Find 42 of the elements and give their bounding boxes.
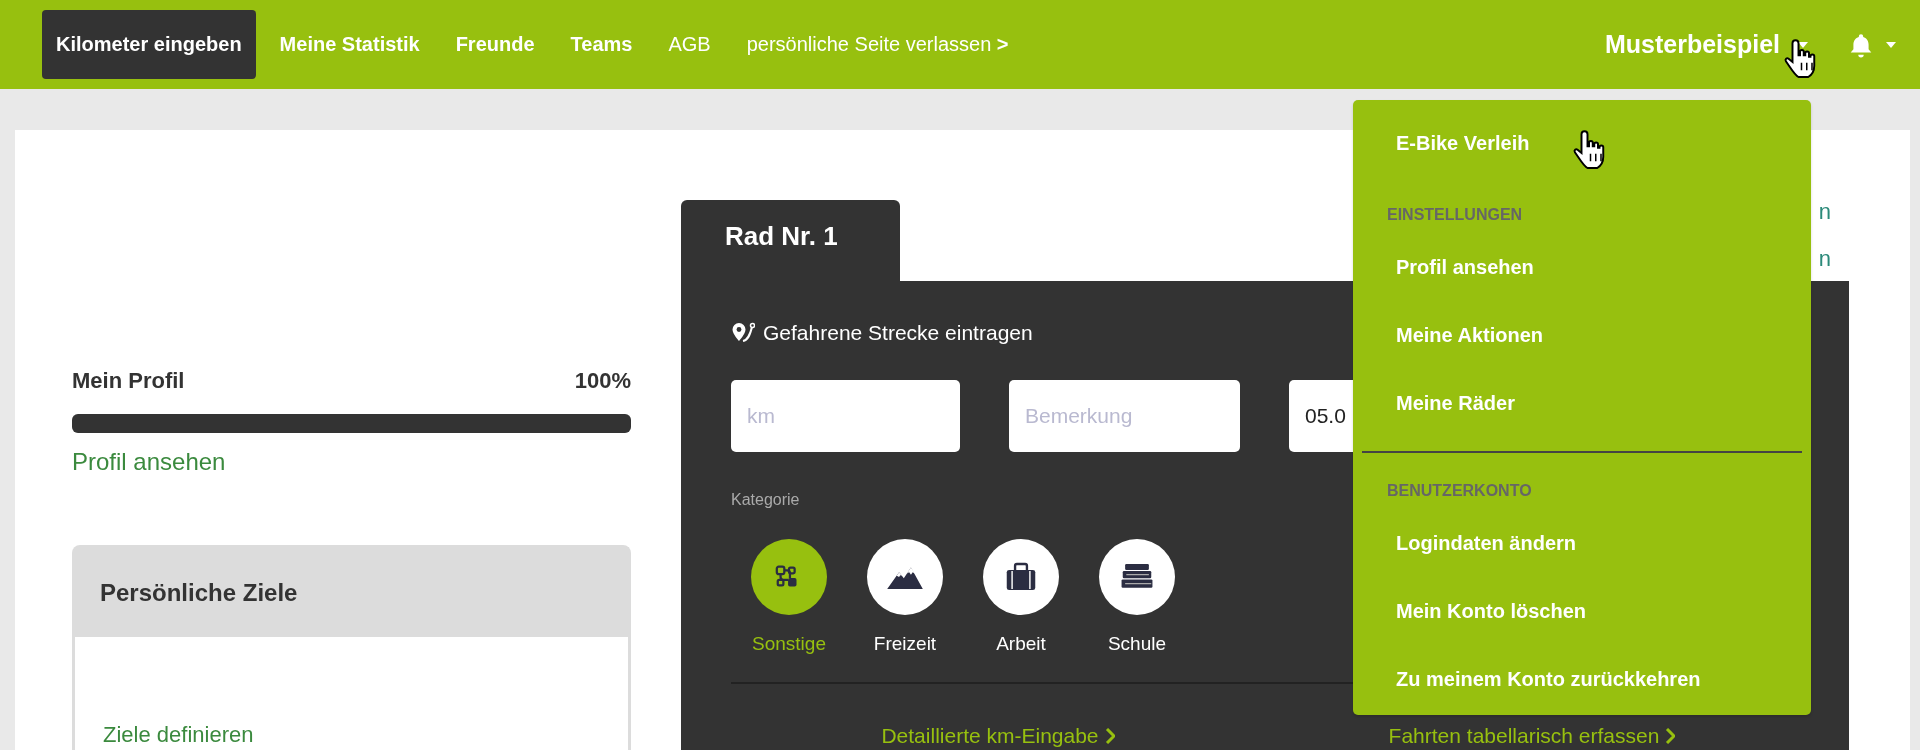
- chevron-icon: [1665, 728, 1676, 744]
- user-menu-button[interactable]: Musterbeispiel: [1604, 30, 1808, 59]
- nav-link[interactable]: Teams: [570, 33, 633, 56]
- category-option[interactable]: Schule: [1079, 539, 1195, 656]
- caret-icon: [1886, 41, 1896, 48]
- hand-cursor-icon: [1782, 38, 1818, 80]
- category-option[interactable]: Freizeit: [847, 539, 963, 656]
- entry-heading: Gefahrene Strecke eintragen: [763, 321, 1033, 345]
- menu-item[interactable]: Profil ansehen: [1353, 233, 1811, 301]
- caret-icon: [1798, 41, 1808, 48]
- menu-item[interactable]: Zu meinem Konto zurückkehren: [1353, 645, 1811, 713]
- menu-item[interactable]: E-Bike Verleih: [1353, 109, 1811, 177]
- menu-item[interactable]: Logindaten ändern: [1353, 509, 1811, 577]
- profile-title: Mein Profil: [72, 368, 185, 394]
- goals-title: Persönliche Ziele: [100, 578, 298, 607]
- nav-link[interactable]: AGB: [668, 33, 711, 56]
- menu-section-header: EINSTELLUNGEN: [1386, 205, 1524, 225]
- notifications-button[interactable]: [1848, 31, 1896, 58]
- nav-link[interactable]: Meine Statistik: [279, 33, 420, 56]
- chevron-icon: [1104, 728, 1115, 744]
- km-field[interactable]: km: [731, 380, 960, 452]
- menu-section-header: BENUTZERKONTO: [1386, 481, 1533, 501]
- category-option[interactable]: Arbeit: [963, 539, 1079, 656]
- profile-link[interactable]: Profil ansehen: [72, 447, 226, 477]
- profile-percent: 100%: [574, 368, 631, 394]
- menu-item[interactable]: Mein Konto löschen: [1353, 577, 1811, 645]
- menu-item[interactable]: Meine Aktionen: [1353, 301, 1811, 369]
- category-option[interactable]: Sonstige: [731, 539, 847, 656]
- hand-cursor-icon: [1571, 129, 1607, 171]
- nav-link[interactable]: persönliche Seite verlassen >: [746, 33, 1009, 56]
- remark-field[interactable]: Bemerkung: [1009, 380, 1240, 452]
- side-link[interactable]: n: [1818, 235, 1831, 282]
- nav-link[interactable]: Kilometer eingeben: [42, 10, 256, 79]
- goals-link[interactable]: Ziele definieren: [103, 723, 254, 747]
- entry-link[interactable]: Detaillierte km-Eingabe: [881, 724, 1115, 748]
- nav-link[interactable]: Freunde: [455, 33, 535, 56]
- menu-item[interactable]: Meine Räder: [1353, 369, 1811, 437]
- map-pin-icon: [731, 321, 755, 345]
- bike-tab[interactable]: Rad Nr. 1: [681, 200, 900, 281]
- bell-icon: [1848, 31, 1874, 58]
- entry-link[interactable]: Fahrten tabellarisch erfassen: [1388, 724, 1676, 748]
- side-link[interactable]: n: [1818, 188, 1831, 235]
